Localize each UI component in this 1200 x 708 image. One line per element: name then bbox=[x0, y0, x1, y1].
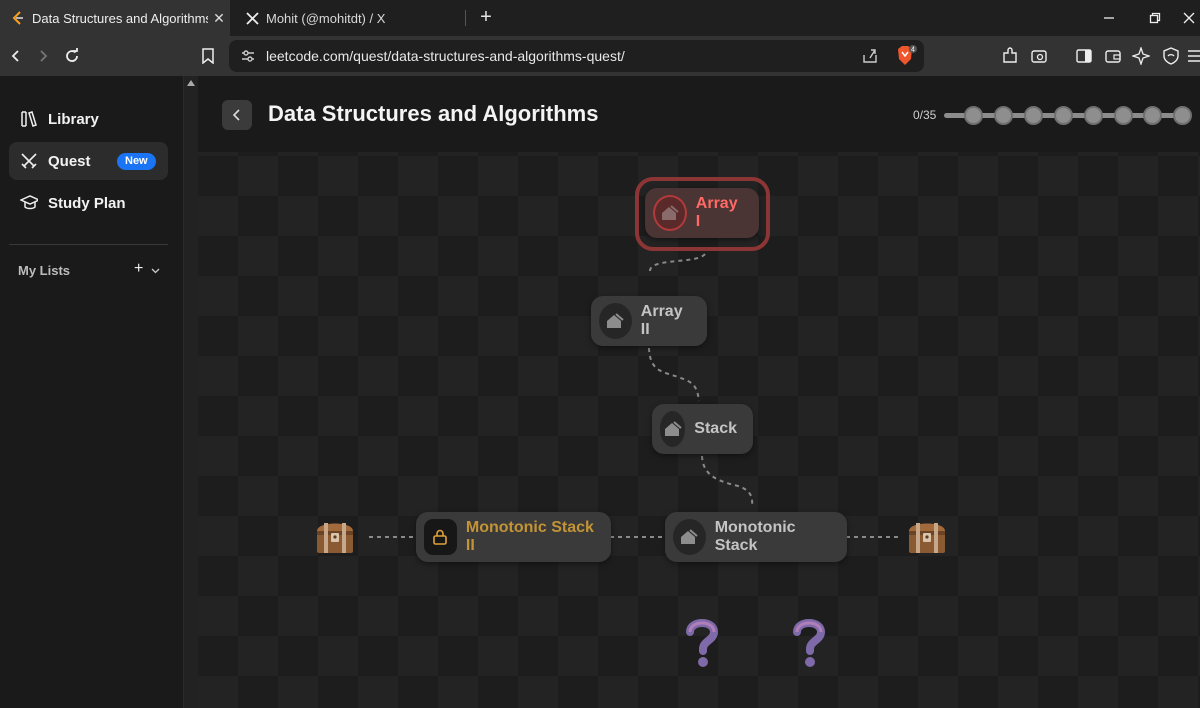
tab-inactive[interactable]: Mohit (@mohitdt) / X bbox=[234, 0, 464, 36]
sidebar-item-study-plan[interactable]: Study Plan bbox=[9, 184, 168, 222]
my-lists-heading: My Lists bbox=[18, 263, 71, 278]
extensions-icon[interactable] bbox=[1000, 46, 1020, 66]
scrollbar[interactable] bbox=[184, 76, 198, 708]
library-icon bbox=[20, 110, 38, 128]
screenshot-icon[interactable] bbox=[1029, 46, 1049, 66]
tab-title: Data Structures and Algorithms bbox=[32, 10, 208, 26]
sidebar-divider bbox=[9, 244, 168, 245]
share-icon[interactable] bbox=[861, 47, 879, 70]
vpn-shield-icon[interactable] bbox=[1161, 46, 1181, 66]
new-tab-button[interactable]: + bbox=[476, 6, 496, 28]
quest-node-monotonic-stack[interactable]: Monotonic Stack bbox=[665, 512, 847, 562]
question-mark-icon bbox=[686, 619, 719, 667]
bookmark-icon[interactable] bbox=[196, 44, 220, 68]
site-settings-icon[interactable] bbox=[240, 48, 256, 69]
add-list-button[interactable]: + bbox=[134, 260, 143, 278]
sidebar-item-library[interactable]: Library bbox=[9, 100, 168, 138]
quest-path-connectors bbox=[369, 249, 898, 538]
url-text: leetcode.com/quest/data-structures-and-a… bbox=[266, 48, 625, 64]
chevron-down-icon[interactable] bbox=[151, 262, 160, 280]
quest-node-array-ii[interactable]: Array II bbox=[591, 296, 707, 346]
close-tab-icon[interactable]: ✕ bbox=[208, 10, 230, 27]
quest-node-monotonic-stack-ii[interactable]: Monotonic Stack II bbox=[416, 512, 611, 562]
quest-node-array-i[interactable]: Array I bbox=[645, 188, 759, 238]
node-label: Monotonic Stack II bbox=[465, 519, 594, 554]
leo-ai-icon[interactable] bbox=[1131, 46, 1151, 66]
swords-icon bbox=[20, 152, 38, 170]
node-label: Array II bbox=[640, 303, 683, 338]
brave-shields-icon[interactable]: 4 bbox=[895, 45, 919, 72]
quest-map-area: Data Structures and Algorithms 0/35 Arra… bbox=[198, 76, 1200, 708]
sidebar-item-quest[interactable]: Quest New bbox=[9, 142, 168, 180]
quest-node-stack[interactable]: Stack bbox=[652, 404, 753, 454]
house-icon bbox=[660, 411, 686, 447]
menu-icon[interactable] bbox=[1184, 46, 1200, 66]
forward-arrow-icon[interactable] bbox=[31, 44, 55, 68]
minimize-icon[interactable] bbox=[1086, 0, 1132, 36]
address-bar[interactable]: leetcode.com/quest/data-structures-and-a… bbox=[229, 40, 924, 72]
leetcode-icon bbox=[10, 10, 26, 26]
tab-active[interactable]: Data Structures and Algorithms ✕ bbox=[0, 0, 230, 36]
lock-icon bbox=[424, 519, 457, 555]
graduation-cap-icon bbox=[20, 194, 38, 212]
house-icon bbox=[673, 519, 706, 555]
tab-title: Mohit (@mohitdt) / X bbox=[266, 10, 386, 26]
sidebar-item-label: Library bbox=[48, 110, 99, 128]
new-badge: New bbox=[117, 153, 156, 170]
reload-icon[interactable] bbox=[60, 44, 84, 68]
sidebar-item-label: Quest bbox=[48, 152, 91, 170]
sidebar: Library Quest New Study Plan My Lists + bbox=[0, 76, 184, 708]
brave-badge-count: 4 bbox=[911, 47, 915, 54]
sidebar-toggle-icon[interactable] bbox=[1074, 46, 1094, 66]
back-arrow-icon[interactable] bbox=[4, 44, 28, 68]
scroll-up-arrow-icon[interactable] bbox=[187, 80, 195, 86]
x-logo-icon bbox=[244, 10, 260, 26]
close-window-icon[interactable] bbox=[1166, 0, 1200, 36]
wallet-icon[interactable] bbox=[1103, 46, 1123, 66]
sidebar-item-label: Study Plan bbox=[48, 194, 126, 212]
node-label: Monotonic Stack bbox=[714, 519, 796, 554]
browser-toolbar: leetcode.com/quest/data-structures-and-a… bbox=[0, 36, 1200, 76]
treasure-chest-icon[interactable] bbox=[906, 515, 948, 557]
node-label: Stack bbox=[694, 420, 737, 437]
node-label: Array I bbox=[695, 195, 738, 230]
tab-separator bbox=[465, 10, 466, 26]
question-mark-icon bbox=[793, 619, 826, 667]
tab-bar: Data Structures and Algorithms ✕ Mohit (… bbox=[0, 0, 1200, 36]
treasure-chest-icon[interactable] bbox=[314, 515, 356, 557]
house-icon bbox=[653, 195, 687, 231]
house-icon bbox=[599, 303, 632, 339]
